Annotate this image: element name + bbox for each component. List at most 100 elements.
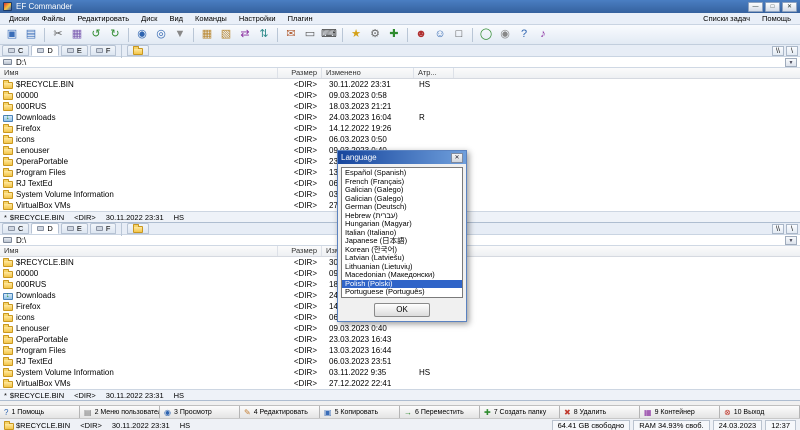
panel-header-button-1[interactable]: \ [786,223,798,234]
file-row[interactable]: 00000 <DIR> 09.03.2023 0:58 [0,90,800,101]
language-list[interactable]: Español (Spanish) French (Français) Galici… [341,167,463,298]
fn-button-6[interactable]: → 6 Переместить [400,406,480,418]
copy-button[interactable]: ▣ [3,26,21,43]
world-button[interactable]: ◯ [477,26,495,43]
terminal-button[interactable]: ⌨ [320,26,338,43]
file-row[interactable]: $RECYCLE.BIN <DIR> 30.11.2022 23:31 HS [0,79,800,90]
user-button[interactable]: ☺ [431,26,449,43]
language-option[interactable]: French (Français) [342,178,462,187]
menu-help[interactable]: Помощь [756,13,797,25]
menu-task-lists[interactable]: Списки задач [697,13,756,25]
language-option[interactable]: German (Deutsch) [342,203,462,212]
language-option[interactable]: Hebrew (עברית) [342,212,462,221]
menu-item-2[interactable]: Редактировать [71,13,135,25]
zoom-button[interactable]: ◎ [152,26,170,43]
language-option[interactable]: Korean (한국어) [342,246,462,255]
language-option[interactable]: Latvian (Latviešu) [342,254,462,263]
language-option[interactable]: Hungarian (Magyar) [342,220,462,229]
undo-button[interactable]: ↺ [87,26,105,43]
language-option[interactable]: Macedonian (Македонски) [342,271,462,280]
close-button[interactable]: ✕ [782,1,797,12]
language-option[interactable]: Galician (Galego) [342,186,462,195]
search-button[interactable]: ◉ [133,26,151,43]
favorites-button[interactable]: ★ [347,26,365,43]
compare-button[interactable]: ⇄ [236,26,254,43]
file-row[interactable]: Downloads <DIR> 24.03.2023 16:04 R [0,112,800,123]
column-header-1[interactable]: Размер [278,246,322,256]
dialog-close-icon[interactable]: ✕ [451,152,463,163]
drive-tab-E[interactable]: E [60,223,88,234]
drive-tab-C[interactable]: C [2,45,30,56]
menu-item-1[interactable]: Файлы [36,13,72,25]
fn-button-7[interactable]: ✚ 7 Создать папку [480,406,560,418]
fn-button-9[interactable]: ▦ 9 Контейнер [640,406,720,418]
fn-button-10[interactable]: ⊗ 10 Выход [720,406,800,418]
menu-item-3[interactable]: Диск [135,13,163,25]
folders-button[interactable]: ▤ [22,26,40,43]
users-button[interactable]: ☻ [412,26,430,43]
drive-tab-F[interactable]: F [89,45,117,56]
fn-button-3[interactable]: ◉ 3 Просмотр [160,406,240,418]
drive-tab-C[interactable]: C [2,223,30,234]
settings-button[interactable]: ⚙ [366,26,384,43]
filter-button[interactable]: ▼ [171,26,189,43]
language-option[interactable]: Italian (Italiano) [342,229,462,238]
drive-tab-D[interactable]: D [31,45,59,56]
file-row[interactable]: RJ TextEd <DIR> 06.03.2023 23:51 [0,356,800,367]
pack-button[interactable]: ▦ [198,26,216,43]
fn-button-1[interactable]: ? 1 Помощь [0,406,80,418]
panel-header-button-1[interactable]: \ [786,45,798,56]
mail-button[interactable]: ✉ [282,26,300,43]
music-button[interactable]: ♪ [534,26,552,43]
file-row[interactable]: OperaPortable <DIR> 23.03.2023 16:43 [0,334,800,345]
paste-button[interactable]: ▦ [68,26,86,43]
language-option[interactable]: Español (Spanish) [342,169,462,178]
column-header-0[interactable]: Имя [0,68,278,78]
new-tab-button[interactable] [127,223,150,234]
cut-button[interactable]: ✂ [49,26,67,43]
unpack-button[interactable]: ▧ [217,26,235,43]
maximize-button[interactable]: □ [765,1,780,12]
tools-button[interactable]: ✚ [385,26,403,43]
drive-tab-F[interactable]: F [89,223,117,234]
language-option[interactable]: Japanese (日本語) [342,237,462,246]
ok-button[interactable]: OK [374,303,430,317]
print-button[interactable]: ▭ [301,26,319,43]
file-row[interactable]: Lenouser <DIR> 09.03.2023 0:40 [0,323,800,334]
file-row[interactable]: Program Files <DIR> 13.03.2023 16:44 [0,345,800,356]
language-option[interactable]: Polish (Polski) [342,279,462,288]
redo-button[interactable]: ↻ [106,26,124,43]
dialog-titlebar[interactable]: Language ✕ [338,151,466,164]
panel-header-button-0[interactable]: \\ [772,45,784,56]
menu-item-5[interactable]: Команды [189,13,233,25]
language-option[interactable]: Portuguese (Português) [342,288,462,297]
file-row[interactable]: Firefox <DIR> 14.12.2022 19:26 [0,123,800,134]
panel-header-button-0[interactable]: \\ [772,223,784,234]
cd-button[interactable]: ◉ [496,26,514,43]
minimize-button[interactable]: — [748,1,763,12]
new-tab-button[interactable] [127,45,150,56]
file-row[interactable]: icons <DIR> 06.03.2023 0:50 [0,134,800,145]
drive-tab-D[interactable]: D [31,223,59,234]
column-header-3[interactable]: Атр... [414,68,454,78]
fn-button-4[interactable]: ✎ 4 Редактировать [240,406,320,418]
menu-item-0[interactable]: Диски [3,13,36,25]
drive-tab-E[interactable]: E [60,45,88,56]
path-dropdown-icon[interactable]: ▼ [785,57,797,67]
display-button[interactable]: □ [450,26,468,43]
fn-button-2[interactable]: ▤ 2 Меню пользователя [80,406,160,418]
help-button[interactable]: ? [515,26,533,43]
menu-item-4[interactable]: Вид [163,13,189,25]
column-header-2[interactable]: Изменено [322,68,414,78]
sync-button[interactable]: ⇅ [255,26,273,43]
path-dropdown-icon[interactable]: ▼ [785,235,797,245]
language-option[interactable]: Lithuanian (Lietuvių) [342,263,462,272]
column-header-1[interactable]: Размер [278,68,322,78]
file-row[interactable]: 000RUS <DIR> 18.03.2023 21:21 [0,101,800,112]
file-row[interactable]: System Volume Information <DIR> 03.11.2022… [0,367,800,378]
file-row[interactable]: VirtualBox VMs <DIR> 27.12.2022 22:41 [0,378,800,389]
titlebar[interactable]: EF Commander — □ ✕ [0,0,800,13]
fn-button-8[interactable]: ✖ 8 Удалить [560,406,640,418]
menu-item-6[interactable]: Настройки [233,13,282,25]
menu-item-7[interactable]: Плагин [282,13,319,25]
